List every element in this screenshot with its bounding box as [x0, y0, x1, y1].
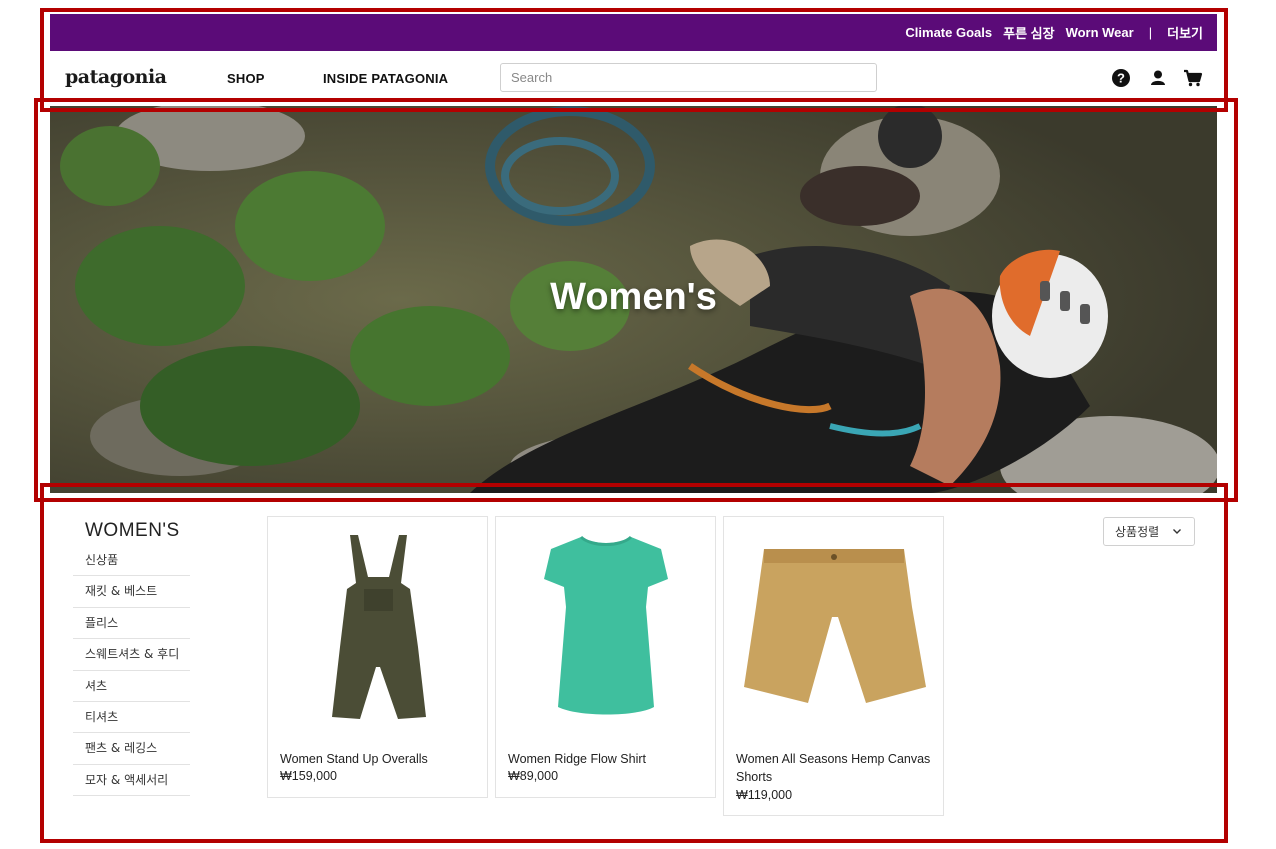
utility-separator: | [1148, 25, 1153, 40]
product-name[interactable]: Women All Seasons Hemp Canvas Shorts [736, 750, 936, 786]
product-price: ₩119,000 [736, 788, 793, 802]
hero-title: Women's [550, 276, 717, 318]
chevron-down-icon [1173, 529, 1181, 534]
product-image-shirt [544, 535, 668, 715]
sidebar-item-jackets-vests[interactable]: 재킷 & 베스트 [73, 576, 190, 608]
utility-link-more[interactable]: 더보기 [1167, 23, 1203, 42]
search-input[interactable] [500, 63, 877, 92]
product-image-shorts [744, 549, 926, 703]
nav-link-inside-patagonia[interactable]: INSIDE PATAGONIA [323, 71, 448, 86]
sort-dropdown[interactable]: 상품정렬 [1103, 517, 1195, 546]
product-card[interactable]: Women Ridge Flow Shirt ₩89,000 [495, 516, 716, 798]
product-price: ₩159,000 [280, 769, 337, 783]
sidebar-title: WOMEN'S [85, 520, 180, 541]
utility-link-climate-goals[interactable]: Climate Goals [905, 25, 992, 40]
sidebar-item-hats-accessories[interactable]: 모자 & 액세서리 [73, 765, 190, 797]
hero-banner: Women's [50, 106, 1217, 493]
svg-text:?: ? [1117, 71, 1125, 86]
cart-icon[interactable] [1183, 68, 1203, 88]
sidebar-item-fleece[interactable]: 플리스 [73, 608, 190, 640]
sidebar-item-shirts[interactable]: 셔츠 [73, 671, 190, 702]
product-card[interactable]: Women All Seasons Hemp Canvas Shorts ₩11… [723, 516, 944, 816]
product-name[interactable]: Women Stand Up Overalls [280, 750, 480, 768]
sidebar-item-new-arrivals[interactable]: 신상품 [73, 545, 190, 577]
sidebar-item-sweatshirts-hoodies[interactable]: 스웨트셔츠 & 후디 [73, 639, 190, 671]
product-card[interactable]: Women Stand Up Overalls ₩159,000 [267, 516, 488, 798]
patagonia-logo[interactable]: patagonia [65, 66, 167, 88]
product-image-overalls [332, 535, 426, 719]
user-icon[interactable] [1148, 68, 1168, 88]
main-nav: patagonia SHOP INSIDE PATAGONIA ? [50, 52, 1217, 104]
nav-link-shop[interactable]: SHOP [227, 71, 265, 86]
product-price: ₩89,000 [508, 769, 559, 783]
sidebar-item-t-shirts[interactable]: 티셔츠 [73, 702, 190, 734]
product-name[interactable]: Women Ridge Flow Shirt [508, 750, 708, 768]
sidebar-item-pants-leggings[interactable]: 팬츠 & 레깅스 [73, 733, 190, 765]
utility-bar: Climate Goals 푸른 심장 Worn Wear | 더보기 [50, 14, 1217, 51]
sort-selected-label: 상품정렬 [1115, 525, 1160, 539]
utility-link-blue-heart[interactable]: 푸른 심장 [1003, 23, 1054, 42]
help-icon[interactable]: ? [1111, 68, 1131, 88]
utility-link-worn-wear[interactable]: Worn Wear [1066, 25, 1134, 40]
sidebar-category-list: 신상품 재킷 & 베스트 플리스 스웨트셔츠 & 후디 셔츠 티셔츠 팬츠 & … [73, 545, 190, 797]
